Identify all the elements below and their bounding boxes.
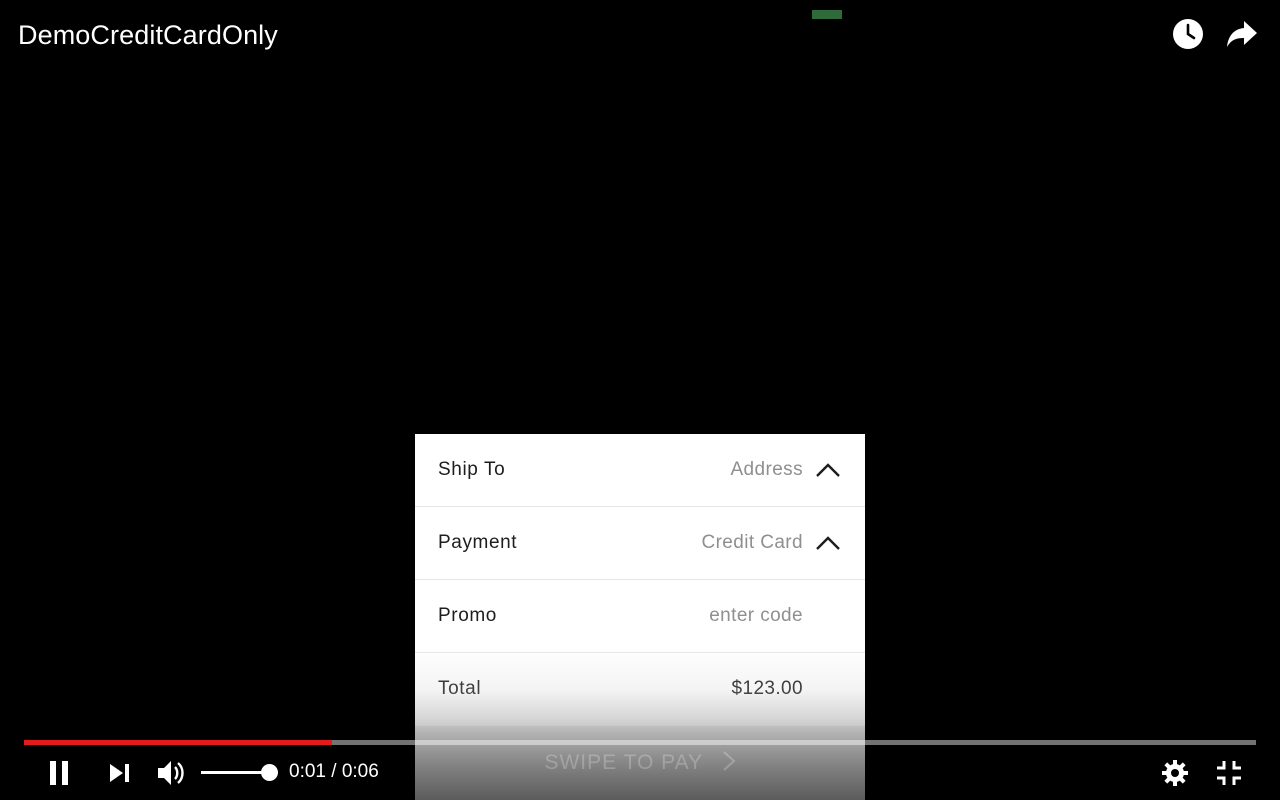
row-label: Total xyxy=(438,678,482,699)
next-button[interactable] xyxy=(106,756,134,790)
swipe-to-pay: SWIPE TO PAY xyxy=(415,750,865,775)
watch-later-button[interactable] xyxy=(1172,18,1204,50)
duration: 0:06 xyxy=(341,761,379,782)
row-value: Address xyxy=(730,459,803,480)
row-label: Promo xyxy=(438,605,497,626)
total-value: $123.00 xyxy=(731,678,803,699)
settings-button[interactable] xyxy=(1160,756,1190,790)
share-arrow-icon xyxy=(1227,21,1257,47)
exit-fullscreen-icon xyxy=(1217,761,1241,785)
swipe-label: SWIPE TO PAY xyxy=(544,751,703,774)
time-separator: / xyxy=(331,761,337,782)
ship-to-row: Ship To Address xyxy=(415,434,865,507)
row-value: Credit Card xyxy=(701,532,803,553)
promo-placeholder: enter code xyxy=(709,605,803,626)
total-row: Total $123.00 xyxy=(415,653,865,725)
chevron-up-icon xyxy=(816,463,840,477)
progress-bar[interactable] xyxy=(24,740,1256,745)
pause-icon xyxy=(50,761,68,785)
status-indicator xyxy=(812,10,842,19)
chevron-up-icon xyxy=(816,536,840,550)
current-time: 0:01 xyxy=(289,761,326,782)
skip-next-icon xyxy=(110,764,129,782)
volume-icon xyxy=(158,761,184,785)
chevron-right-icon xyxy=(722,751,736,771)
video-player[interactable]: DemoCreditCardOnly Ship To Address Payme… xyxy=(0,0,1280,800)
promo-row: Promo enter code xyxy=(415,580,865,653)
top-actions xyxy=(1172,18,1258,50)
gear-icon xyxy=(1162,760,1188,786)
time-display: 0:01 / 0:06 xyxy=(289,760,379,784)
checkout-sheet: Ship To Address Payment Credit Card Prom… xyxy=(415,434,865,800)
progress-played xyxy=(24,740,332,745)
share-button[interactable] xyxy=(1226,18,1258,50)
clock-icon xyxy=(1173,19,1203,49)
payment-row: Payment Credit Card xyxy=(415,507,865,580)
exit-fullscreen-button[interactable] xyxy=(1214,756,1244,790)
row-label: Payment xyxy=(438,532,518,553)
row-label: Ship To xyxy=(438,459,506,480)
volume-handle[interactable] xyxy=(261,764,278,781)
pause-button[interactable] xyxy=(44,756,74,790)
video-title: DemoCreditCardOnly xyxy=(18,20,278,50)
mute-button[interactable] xyxy=(156,756,188,790)
